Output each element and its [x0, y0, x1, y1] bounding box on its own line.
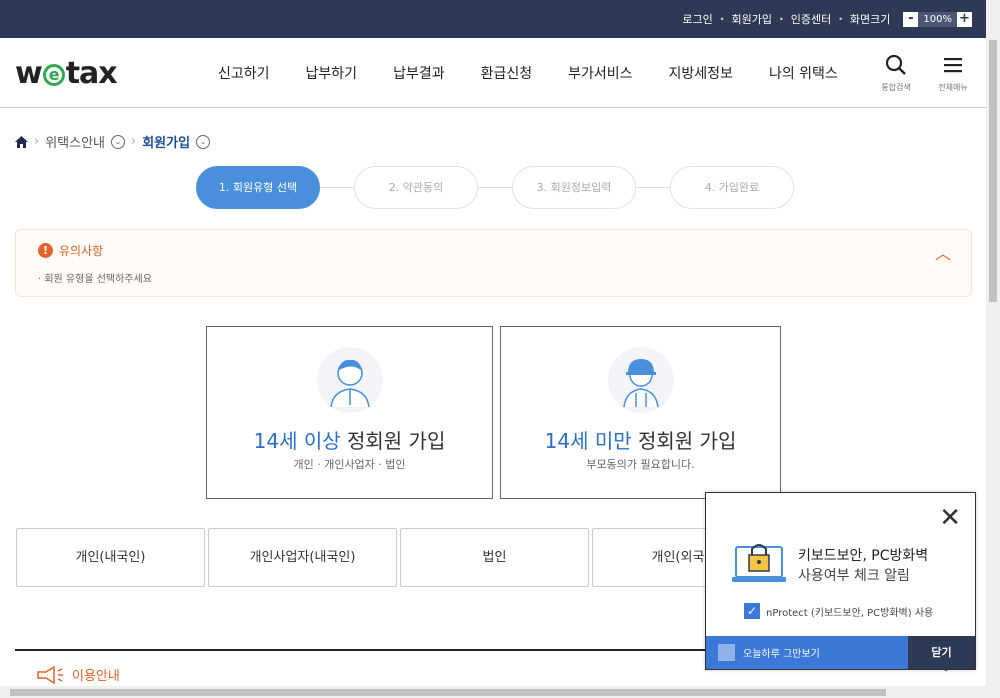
wetax-logo[interactable]: w e tax — [15, 56, 118, 91]
dont-show-today-button[interactable]: 오늘하루 그만보기 — [706, 636, 908, 669]
nav-report[interactable]: 신고하기 — [200, 63, 288, 83]
step-2: 2. 약관동의 — [354, 166, 478, 209]
member-type-tabs: 개인(내국인) 개인사업자(내국인) 법인 개인(외국인) — [16, 528, 781, 587]
nav-my-wetax[interactable]: 나의 위택스 — [751, 63, 856, 83]
nprotect-checkbox-row[interactable]: ✓ nProtect (키보드보안, PC방화벽) 사용 — [744, 603, 933, 619]
popup-title: 키보드보안, PC방화벽 — [798, 548, 929, 564]
notice-description: · 회원 유형을 선택하주세요 — [38, 274, 152, 285]
minor-card-sub: 부모동의가 필요합니다. — [586, 458, 695, 471]
popup-footer: 오늘하루 그만보기 닫기 — [706, 636, 975, 669]
cert-center-link[interactable]: 인증센터 — [784, 11, 838, 27]
scrollbar-thumb[interactable] — [10, 689, 886, 696]
tab-individual-domestic[interactable]: 개인(내국인) — [16, 528, 205, 587]
popup-close-button[interactable]: 닫기 — [908, 636, 975, 669]
zoom-control: - 100% + — [903, 11, 972, 27]
main-header: w e tax 신고하기 납부하기 납부결과 환급신청 부가서비스 지방세정보 나의… — [0, 38, 986, 108]
chevron-right-icon: › — [131, 134, 137, 149]
step-connector — [478, 187, 512, 188]
integrated-search-button[interactable]: 통합검색 — [876, 54, 916, 93]
breadcrumb-level1[interactable]: 위택스안내 — [45, 132, 105, 151]
logo-e-mark: e — [42, 64, 65, 86]
signup-steps: 1. 회원유형 선택 2. 약관동의 3. 회원정보입력 4. 가입완료 — [196, 166, 794, 209]
horizontal-scrollbar[interactable] — [0, 686, 986, 698]
nav-refund[interactable]: 환급신청 — [463, 63, 551, 83]
nav-extra-service[interactable]: 부가서비스 — [550, 63, 650, 83]
vertical-scrollbar[interactable] — [986, 0, 1000, 698]
global-nav: 신고하기 납부하기 납부결과 환급신청 부가서비스 지방세정보 나의 위택스 — [200, 38, 856, 108]
chevron-down-icon[interactable]: ⌄ — [196, 134, 211, 149]
adult-member-card[interactable]: 14세 이상 정회원 가입 개인 · 개인사업자 · 법인 — [206, 326, 493, 499]
zoom-in-button[interactable]: + — [957, 11, 972, 27]
menu-label: 전체메뉴 — [938, 83, 968, 92]
step-1: 1. 회원유형 선택 — [196, 166, 320, 209]
scrollbar-thumb[interactable] — [989, 40, 997, 302]
chevron-up-icon[interactable]: ︿ — [935, 240, 951, 264]
hamburger-menu-icon — [944, 58, 962, 73]
zoom-value: 100% — [918, 11, 957, 27]
nav-pay-result[interactable]: 납부결과 — [375, 63, 463, 83]
breadcrumb: › 위택스안내 ⌄ › 회원가입 ⌄ — [15, 132, 211, 151]
step-4: 4. 가입완료 — [670, 166, 794, 209]
top-utility-bar: 로그인 • 회원가입 • 인증센터 • 화면크기 - 100% + — [0, 0, 986, 38]
dont-show-label: 오늘하루 그만보기 — [743, 649, 820, 660]
adult-card-sub: 개인 · 개인사업자 · 법인 — [293, 458, 406, 471]
login-link[interactable]: 로그인 — [675, 11, 719, 27]
nprotect-checkbox[interactable]: ✓ — [744, 603, 760, 619]
laptop-lock-icon — [732, 544, 786, 582]
minor-card-title: 14세 미만 정회원 가입 — [501, 425, 780, 454]
breadcrumb-current[interactable]: 회원가입 — [142, 132, 190, 151]
signup-link[interactable]: 회원가입 — [725, 11, 779, 27]
nav-local-tax-info[interactable]: 지방세정보 — [651, 63, 751, 83]
exclamation-icon: ! — [38, 243, 53, 258]
adult-avatar-icon — [316, 347, 383, 413]
notice-title: ! 유의사항 — [38, 242, 103, 259]
screen-size-label: 화면크기 — [849, 13, 891, 26]
megaphone-icon — [37, 665, 63, 684]
popup-subtitle: 사용여부 체크 알림 — [798, 568, 910, 584]
full-menu-button[interactable]: 전체메뉴 — [933, 54, 973, 93]
minor-card-rest: 정회원 가입 — [631, 429, 737, 453]
search-icon — [885, 54, 906, 75]
notice-title-text: 유의사항 — [59, 244, 104, 258]
tab-business-domestic[interactable]: 개인사업자(내국인) — [208, 528, 397, 587]
tab-corporation[interactable]: 법인 — [400, 528, 589, 587]
step-3: 3. 회원정보입력 — [512, 166, 636, 209]
security-alert-popup: ✕ 키보드보안, PC방화벽 사용여부 체크 알림 ✓ nProtect (키보… — [705, 492, 976, 670]
minor-member-card[interactable]: 14세 미만 정회원 가입 부모동의가 필요합니다. — [500, 326, 781, 499]
chevron-down-icon[interactable]: ⌄ — [111, 134, 126, 149]
search-label: 통합검색 — [881, 83, 911, 92]
minor-card-highlight: 14세 미만 — [544, 429, 632, 453]
close-icon[interactable]: ✕ — [939, 505, 961, 531]
notice-box: ! 유의사항 · 회원 유형을 선택하주세요 ︿ — [15, 229, 972, 297]
usage-guide-title: 이용안내 — [72, 669, 120, 684]
adult-card-highlight: 14세 이상 — [253, 429, 341, 453]
adult-card-title: 14세 이상 정회원 가입 — [207, 425, 492, 454]
logo-text-tax: tax — [65, 56, 118, 91]
zoom-out-button[interactable]: - — [903, 11, 919, 27]
step-connector — [636, 187, 670, 188]
chevron-right-icon: › — [34, 134, 40, 149]
usage-guide-header[interactable]: 이용안내 — [36, 665, 120, 684]
nav-pay[interactable]: 납부하기 — [288, 63, 376, 83]
home-icon[interactable] — [15, 135, 28, 148]
nprotect-label: nProtect (키보드보안, PC방화벽) 사용 — [766, 607, 934, 619]
logo-text-w: w — [15, 56, 43, 91]
dont-show-checkbox[interactable] — [718, 644, 735, 661]
step-connector — [320, 187, 354, 188]
adult-card-rest: 정회원 가입 — [340, 429, 446, 453]
minor-avatar-icon — [607, 347, 674, 413]
